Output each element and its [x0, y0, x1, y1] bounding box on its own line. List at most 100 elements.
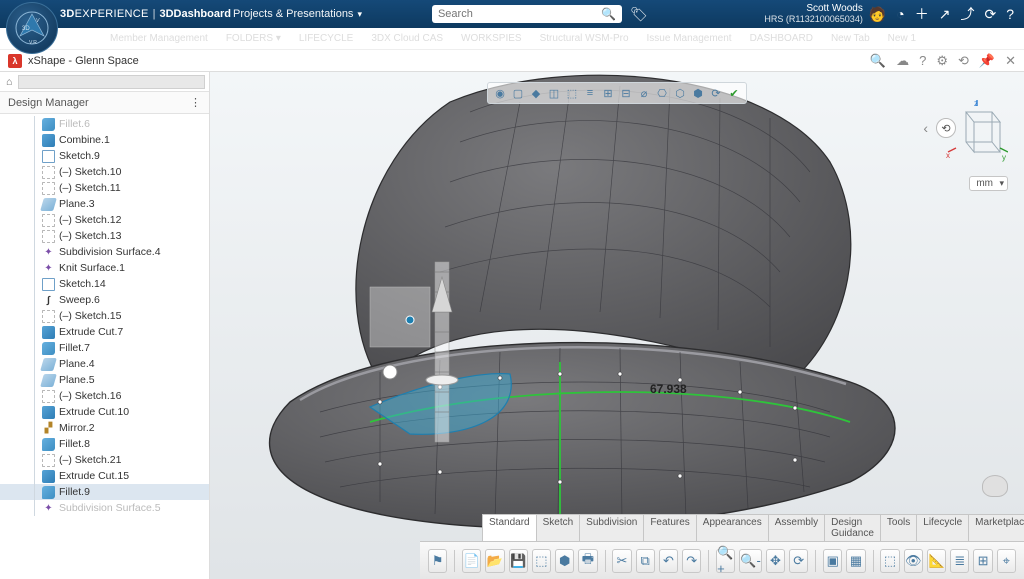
settings-icon[interactable]: ⚙	[936, 53, 948, 69]
tree-item[interactable]: Extrude Cut.7	[0, 324, 209, 340]
qf-icon[interactable]: ✔	[726, 85, 742, 101]
tree-item[interactable]: (–) Sketch.16	[0, 388, 209, 404]
compass-icon[interactable]: 3D V V.R	[6, 2, 58, 54]
qf-icon[interactable]: ⬢	[690, 85, 706, 101]
tree-item[interactable]: ✦Subdivision Surface.4	[0, 244, 209, 260]
wifi-icon[interactable]: ⟳	[984, 6, 996, 23]
bb-open-icon[interactable]: 📂	[485, 549, 504, 573]
bb-shade-icon[interactable]: ▣	[823, 549, 842, 573]
add-icon[interactable]: ＋	[915, 4, 929, 24]
view-cube[interactable]: z x y	[946, 100, 1008, 162]
tree-item[interactable]: ✦Knit Surface.1	[0, 260, 209, 276]
tree-item[interactable]: Extrude Cut.10	[0, 404, 209, 420]
qf-icon[interactable]: ⊞	[600, 85, 616, 101]
tree-item[interactable]: Fillet.8	[0, 436, 209, 452]
bb-measure-icon[interactable]: 📐	[927, 549, 946, 573]
collab-icon[interactable]: ⤴	[960, 4, 974, 24]
bb-snap-icon[interactable]: ⌖	[997, 549, 1016, 573]
bb-flag-icon[interactable]: ⚑	[428, 549, 447, 573]
bottom-tab[interactable]: Appearances	[696, 514, 769, 541]
bb-grid-icon[interactable]: ⊞	[973, 549, 992, 573]
dashboard-tab[interactable]: Member Management	[110, 33, 208, 44]
feature-tree[interactable]: Fillet.6Combine.1Sketch.9(–) Sketch.10(–…	[0, 114, 209, 579]
qf-icon[interactable]: ≡	[582, 85, 598, 101]
dashboard-tab[interactable]: New 1	[888, 33, 916, 44]
tree-item[interactable]: ✦Subdivision Surface.5	[0, 500, 209, 516]
panel-menu-icon[interactable]: ⋮	[190, 96, 201, 109]
vr-helmet-icon[interactable]	[982, 475, 1008, 497]
pin-icon[interactable]: 📌	[979, 53, 995, 69]
canvas[interactable]: 67.938 ◉ ▢ ◆ ◫ ⬚ ≡ ⊞ ⊟ ⌀ ⎔ ⬡ ⬢ ⟳ ✔ ‹ ⟲	[210, 72, 1024, 579]
bottom-tab[interactable]: Standard	[482, 514, 537, 541]
close-icon[interactable]: ✕	[1005, 53, 1016, 69]
tree-item[interactable]: Sketch.9	[0, 148, 209, 164]
bb-part-icon[interactable]: ⬚	[532, 549, 551, 573]
tree-item[interactable]: ▞Mirror.2	[0, 420, 209, 436]
global-search[interactable]: 🔍	[432, 5, 622, 23]
tree-item[interactable]: Sketch.14	[0, 276, 209, 292]
tree-item[interactable]: Plane.4	[0, 356, 209, 372]
qf-icon[interactable]: ⟳	[708, 85, 724, 101]
context-dropdown-icon[interactable]: ▾	[357, 9, 362, 20]
dashboard-tab[interactable]: DASHBOARD	[750, 33, 813, 44]
tree-item[interactable]: (–) Sketch.15	[0, 308, 209, 324]
bb-pan-icon[interactable]: ✥	[766, 549, 785, 573]
dashboard-tab[interactable]: LIFECYCLE	[299, 33, 353, 44]
prev-view-icon[interactable]: ‹	[923, 120, 928, 136]
bottom-tab[interactable]: Lifecycle	[916, 514, 969, 541]
search-input[interactable]	[432, 8, 595, 20]
dashboard-tab[interactable]: Structural WSM-Pro	[540, 33, 629, 44]
tree-item[interactable]: Plane.3	[0, 196, 209, 212]
bottom-tab[interactable]: Design Guidance	[824, 514, 881, 541]
bottom-tab[interactable]: Marketplace	[968, 514, 1024, 541]
qf-icon[interactable]: ◆	[528, 85, 544, 101]
qf-icon[interactable]: ◫	[546, 85, 562, 101]
tree-item[interactable]: ∫Sweep.6	[0, 292, 209, 308]
avatar-icon[interactable]: 🧑	[869, 6, 886, 23]
cloud-icon[interactable]: ☁	[896, 53, 909, 69]
dashboard-tab[interactable]: WORKSPIES	[461, 33, 522, 44]
model-view[interactable]	[210, 72, 1024, 579]
bottom-tab[interactable]: Sketch	[536, 514, 581, 541]
search-icon[interactable]: 🔍	[595, 7, 622, 21]
bb-zoomout-icon[interactable]: 🔍-	[739, 549, 762, 573]
bb-copy-icon[interactable]: ⧉	[636, 549, 655, 573]
tree-item[interactable]: Fillet.9	[0, 484, 209, 500]
qf-icon[interactable]: ⬡	[672, 85, 688, 101]
bottom-tab[interactable]: Assembly	[768, 514, 825, 541]
tree-item[interactable]: Fillet.7	[0, 340, 209, 356]
help-icon[interactable]: ?	[1006, 6, 1014, 22]
bb-cube-icon[interactable]: ▦	[846, 549, 865, 573]
tree-item[interactable]: (–) Sketch.11	[0, 180, 209, 196]
search-app-icon[interactable]: 🔍	[870, 53, 886, 69]
tree-item[interactable]: (–) Sketch.12	[0, 212, 209, 228]
bottom-tab[interactable]: Features	[643, 514, 696, 541]
dashboard-tab[interactable]: New Tab	[831, 33, 870, 44]
tree-item[interactable]: (–) Sketch.13	[0, 228, 209, 244]
dashboard-tab[interactable]: FOLDERS ▾	[226, 33, 281, 44]
qf-icon[interactable]: ⌀	[636, 85, 652, 101]
bb-save-icon[interactable]: 💾	[509, 549, 528, 573]
tree-item[interactable]: (–) Sketch.21	[0, 452, 209, 468]
dashboard-tab[interactable]: 3DX Cloud CAS	[371, 33, 443, 44]
qf-icon[interactable]: ▢	[510, 85, 526, 101]
context-label[interactable]: Projects & Presentations	[233, 8, 353, 20]
qf-icon[interactable]: ◉	[492, 85, 508, 101]
bb-rotate-icon[interactable]: ⟳	[789, 549, 808, 573]
tree-filter-strip[interactable]	[18, 75, 205, 89]
units-select[interactable]: mm	[969, 176, 1008, 191]
bb-cut-icon[interactable]: ✂	[612, 549, 631, 573]
bb-assembly-icon[interactable]: ⬢	[555, 549, 574, 573]
bb-inspect-icon[interactable]: 👁	[904, 549, 923, 573]
user-block[interactable]: Scott Woods HRS (R1132100065034)	[764, 3, 862, 25]
tree-item[interactable]: Extrude Cut.15	[0, 468, 209, 484]
dashboard-tab[interactable]: Issue Management	[647, 33, 732, 44]
bb-zoomin-icon[interactable]: 🔍+	[716, 549, 735, 573]
notification-icon[interactable]: ◔	[896, 6, 904, 22]
bb-new-icon[interactable]: 📄	[462, 549, 481, 573]
tag-icon[interactable]: 🏷	[630, 6, 648, 23]
tree-mode-icon[interactable]: ⌂	[0, 76, 18, 88]
bb-undo-icon[interactable]: ↶	[659, 549, 678, 573]
tree-item[interactable]: (–) Sketch.10	[0, 164, 209, 180]
tree-item[interactable]: Plane.5	[0, 372, 209, 388]
